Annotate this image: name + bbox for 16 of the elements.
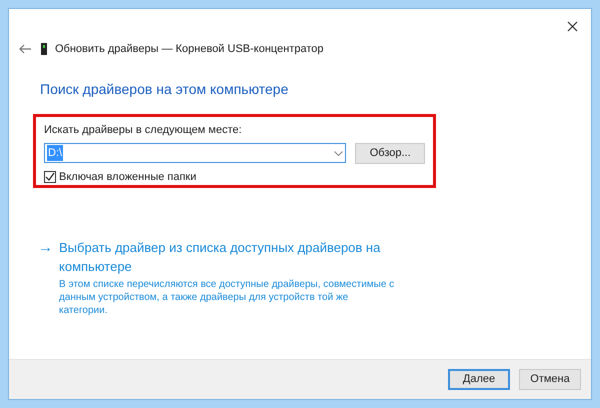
link-description: В этом списке перечисляются все доступные драйверы, совместимые с данным устройством, а также драйверы для устройств той же категории. <box>59 278 396 317</box>
back-arrow-icon <box>19 44 31 54</box>
link-arrow: → <box>38 238 53 258</box>
page-heading: Поиск драйверов на этом компьютере <box>40 80 288 99</box>
usb-device-icon <box>41 43 47 55</box>
window-title: Обновить драйверы — Корневой USB-концентратор <box>55 42 324 57</box>
browse-button[interactable]: Обзор... <box>355 142 425 164</box>
chevron-down-icon <box>334 150 344 156</box>
path-value: D:\ <box>47 144 64 162</box>
close-icon <box>566 20 578 32</box>
driver-list-link[interactable]: Выбрать драйвер из списка доступных драйверов на компьютере <box>59 238 399 276</box>
subfolders-label: Включая вложенные папки <box>59 170 196 184</box>
dialog-button[interactable]: Отмена <box>519 369 581 390</box>
dialog-button[interactable]: Далее <box>448 369 510 390</box>
subfolders-checkbox[interactable] <box>44 170 56 183</box>
location-label: Искать драйверы в следующем месте: <box>44 123 242 138</box>
